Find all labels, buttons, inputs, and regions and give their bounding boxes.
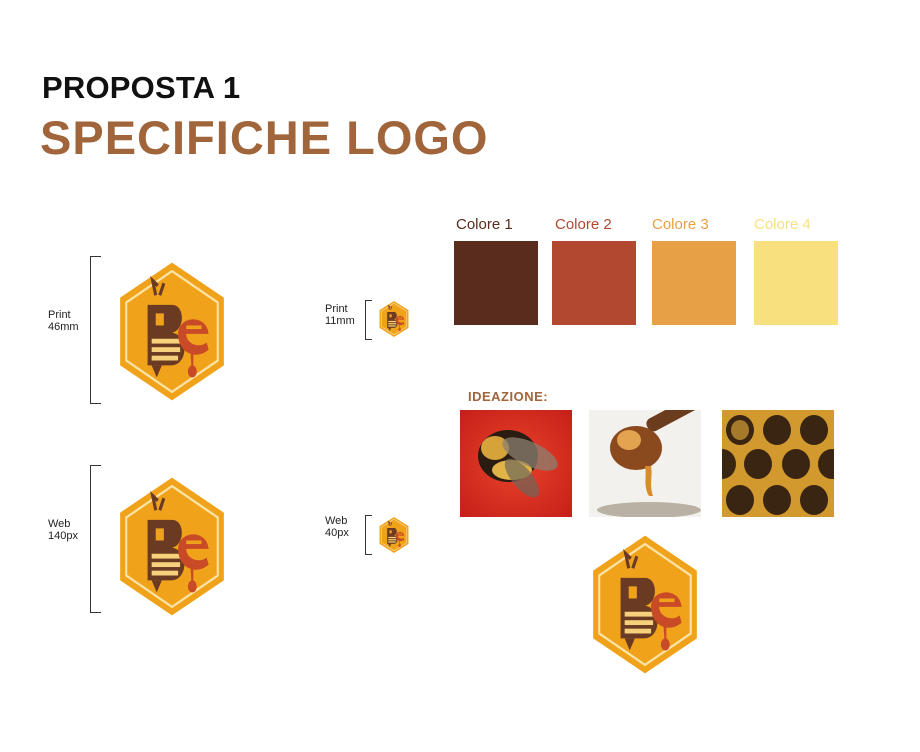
web-small-label: Web 40px: [325, 515, 349, 539]
color-3-label: Colore 3: [652, 216, 709, 233]
print-large-label-line2: 46mm: [48, 321, 79, 333]
print-large-bracket: [90, 256, 101, 404]
print-small-label: Print 11mm: [325, 303, 355, 327]
color-4-label: Colore 4: [754, 216, 811, 233]
web-large-label-line1: Web: [48, 518, 71, 530]
color-3-swatch: [652, 241, 736, 325]
web-large-label-line2: 140px: [48, 530, 78, 542]
honeycomb-photo: [722, 410, 834, 517]
logo-web-small: [379, 516, 409, 554]
print-small-label-line1: Print: [325, 303, 348, 315]
print-small-label-line2: 11mm: [325, 315, 355, 327]
bee-photo: [460, 410, 572, 517]
print-small-bracket: [365, 300, 372, 340]
logo-print-small: [379, 300, 409, 338]
logo-print-large: [118, 260, 226, 403]
color-4-swatch: [754, 241, 838, 325]
color-2-label: Colore 2: [555, 216, 612, 233]
web-small-label-line2: 40px: [325, 527, 349, 539]
print-large-label: Print 46mm: [48, 309, 79, 333]
web-small-label-line1: Web: [325, 515, 348, 527]
color-1-swatch: [454, 241, 538, 325]
web-large-label: Web 140px: [48, 518, 78, 542]
honey-dipper-photo: [589, 410, 701, 517]
print-large-label-line1: Print: [48, 309, 71, 321]
page-title: SPECIFICHE LOGO: [40, 111, 489, 164]
logo-ideation: [591, 533, 699, 676]
color-2-swatch: [552, 241, 636, 325]
web-small-bracket: [365, 515, 372, 555]
subtitle-heading: PROPOSTA 1: [42, 70, 241, 105]
web-large-bracket: [90, 465, 101, 613]
color-1-label: Colore 1: [456, 216, 513, 233]
ideation-heading: IDEAZIONE:: [468, 389, 549, 404]
logo-web-large: [118, 475, 226, 618]
